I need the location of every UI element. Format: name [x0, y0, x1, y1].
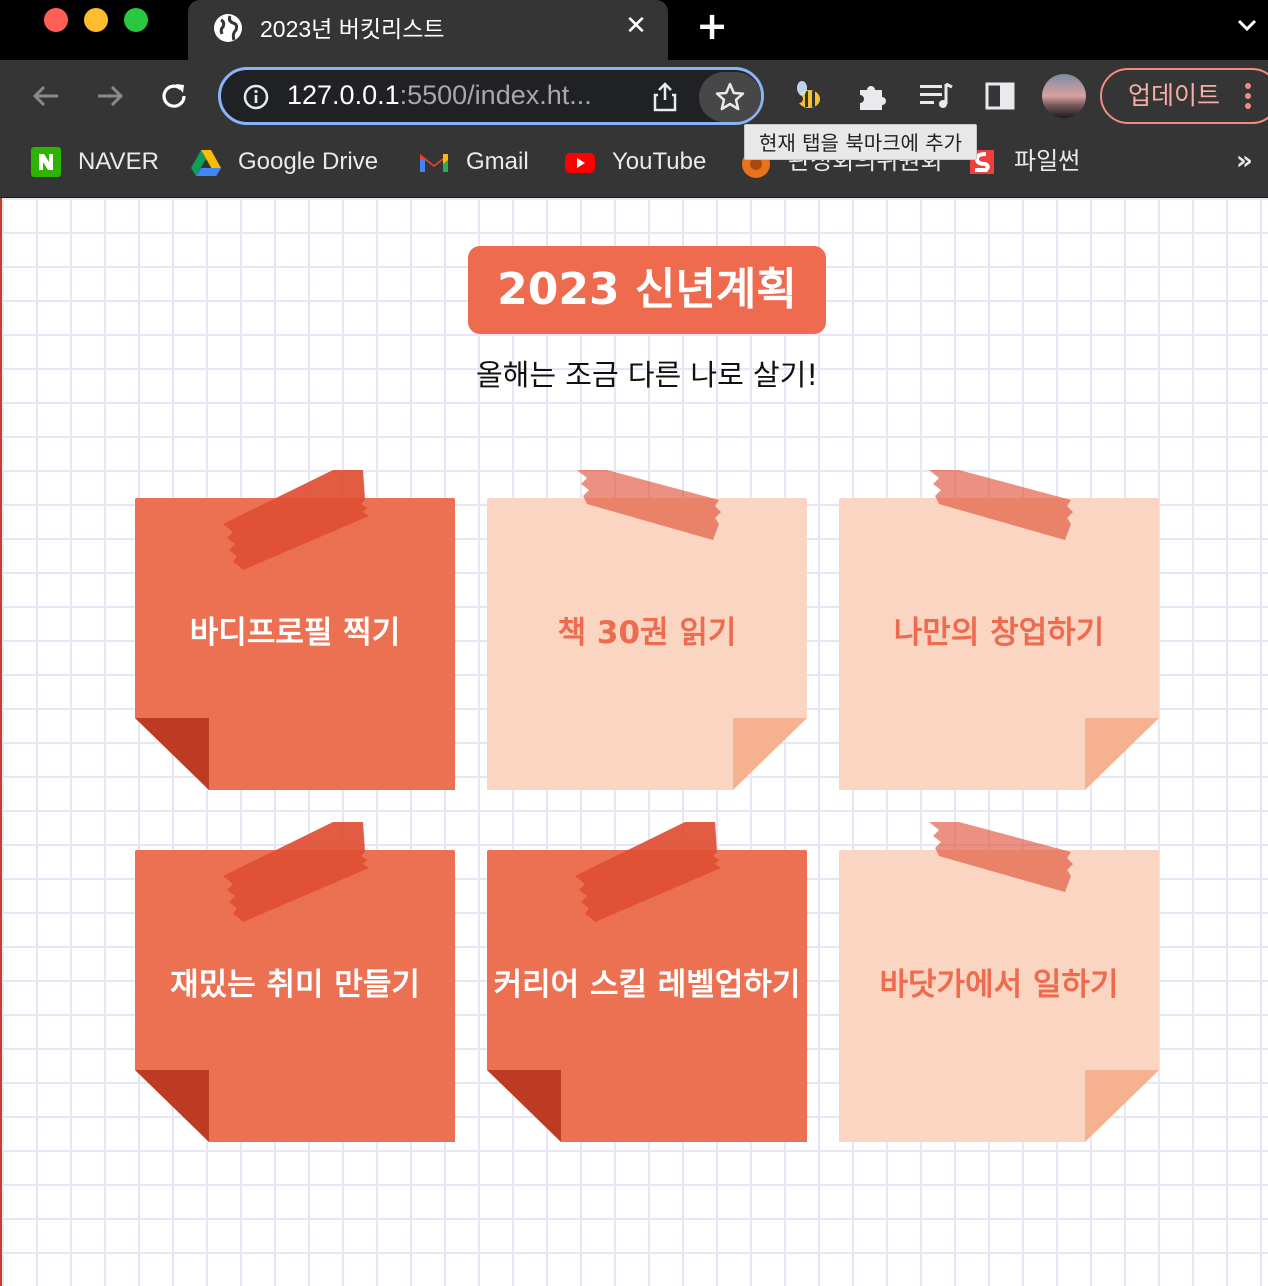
sticky-note-text: 나만의 창업하기 [893, 614, 1105, 651]
url-text: 127.0.0.1:5500/index.ht... [287, 80, 592, 110]
page-subtitle: 올해는 조금 다른 나로 살기! [476, 358, 818, 392]
gmail-icon [420, 154, 448, 172]
bookmark-naver[interactable]: NAVER [30, 144, 160, 180]
sticky-note-text: 커리어 스킬 레벨업하기 [493, 966, 801, 1003]
youtube-icon [565, 153, 595, 173]
bookmark-gmail[interactable]: Gmail [418, 144, 538, 180]
tab-strip: 2023년 버킷리스트 ✕ + [0, 0, 1268, 60]
sticky-note-text: 책 30권 읽기 [557, 614, 737, 651]
bee-extension-icon[interactable] [788, 76, 828, 116]
profile-avatar[interactable] [1042, 74, 1086, 118]
active-tab[interactable]: 2023년 버킷리스트 ✕ [188, 0, 668, 60]
bookmark-tooltip: 현재 탭을 북마크에 추가 [744, 124, 978, 160]
sticky-note: 바디프로필 찍기 [135, 470, 455, 790]
address-bar[interactable]: 127.0.0.1:5500/index.ht... [218, 67, 764, 125]
new-tab-button[interactable]: + [694, 7, 730, 45]
reload-icon[interactable] [154, 76, 194, 116]
close-tab-icon[interactable]: ✕ [620, 10, 652, 42]
sticky-note-text: 재밌는 취미 만들기 [170, 966, 420, 1003]
sticky-note-text: 바디프로필 찍기 [189, 614, 401, 651]
puzzle-extension-icon[interactable] [852, 76, 892, 116]
chevron-down-icon[interactable] [1232, 10, 1262, 40]
bookmark-youtube[interactable]: YouTube [564, 144, 714, 180]
page-viewport: 2023 신년계획 올해는 조금 다른 나로 살기! 바디프로필 찍기 책 30권… [2, 198, 1268, 1286]
tab-title: 2023년 버킷리스트 [260, 16, 445, 42]
bookmark-star-button[interactable] [699, 72, 761, 122]
more-bookmarks-icon[interactable]: » [1236, 146, 1253, 176]
google-drive-icon [191, 150, 221, 176]
naver-icon [31, 147, 61, 177]
bookmarks-bar: NAVER Google Drive Gmail YouTube 관정회의위원회 [0, 132, 1268, 198]
page-title: 2023 신년계획 [468, 246, 826, 334]
sticky-note: 바닷가에서 일하기 [839, 822, 1159, 1142]
info-icon[interactable] [241, 82, 271, 112]
sticky-note: 책 30권 읽기 [487, 470, 807, 790]
update-button[interactable]: 업데이트 [1100, 68, 1268, 124]
share-icon[interactable] [649, 80, 681, 114]
sticky-note: 커리어 스킬 레벨업하기 [487, 822, 807, 1142]
side-panel-icon[interactable] [980, 76, 1020, 116]
maximize-window-button[interactable] [124, 8, 148, 32]
bookmark-filesun[interactable]: 파일썬 [966, 144, 1096, 180]
sticky-note-text: 바닷가에서 일하기 [879, 966, 1119, 1003]
minimize-window-button[interactable] [84, 8, 108, 32]
globe-icon [214, 14, 242, 42]
toolbar: 127.0.0.1:5500/index.ht... 업데이트 [0, 60, 1268, 132]
sticky-note: 나만의 창업하기 [839, 470, 1159, 790]
close-window-button[interactable] [44, 8, 68, 32]
media-queue-icon[interactable] [916, 76, 956, 116]
forward-arrow-icon[interactable] [90, 76, 130, 116]
bookmark-google-drive[interactable]: Google Drive [190, 144, 390, 180]
sticky-note: 재밌는 취미 만들기 [135, 822, 455, 1142]
more-menu-icon[interactable] [1244, 82, 1252, 110]
back-arrow-icon[interactable] [26, 76, 66, 116]
star-icon [715, 82, 745, 111]
